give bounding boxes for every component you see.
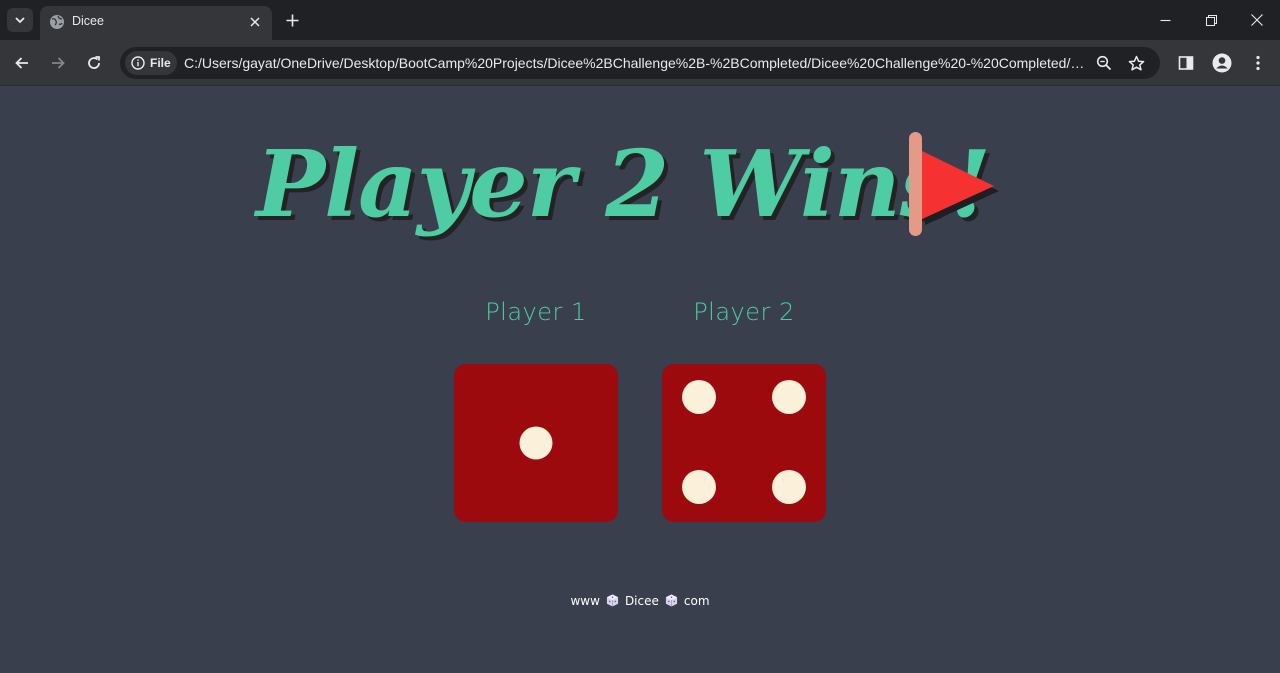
player-1-die	[454, 364, 618, 522]
new-tab-button[interactable]	[282, 10, 302, 30]
arrow-left-icon	[15, 57, 28, 69]
side-panel-icon	[1178, 56, 1194, 70]
back-button[interactable]	[10, 51, 34, 75]
url-text[interactable]: C:/Users/gayat/OneDrive/Desktop/BootCamp…	[184, 55, 1086, 71]
die-pip	[682, 470, 716, 504]
footer-suffix: com	[683, 594, 710, 608]
info-icon	[131, 56, 145, 70]
reload-icon	[88, 56, 100, 69]
security-chip-label: File	[150, 56, 171, 70]
flag-icon	[909, 132, 999, 236]
more-vertical-icon	[1256, 55, 1260, 71]
tab-strip: Dicee	[0, 0, 1280, 40]
active-tab[interactable]: Dicee	[40, 6, 272, 40]
browser-toolbar: File C:/Users/gayat/OneDrive/Desktop/Boo…	[0, 40, 1280, 86]
avatar-icon	[1212, 53, 1232, 73]
winner-heading: Player 2 Wins!	[256, 130, 991, 238]
dice-icon	[665, 594, 677, 607]
die-pip	[772, 470, 806, 504]
footer-brand: Dicee	[624, 594, 659, 608]
globe-icon	[50, 15, 64, 29]
address-bar[interactable]: File C:/Users/gayat/OneDrive/Desktop/Boo…	[120, 47, 1160, 79]
die-pip	[772, 380, 806, 414]
footer-prefix: www	[570, 594, 600, 608]
bookmark-button[interactable]	[1125, 52, 1147, 74]
player-1-label: Player 1	[485, 298, 587, 326]
forward-button[interactable]	[46, 51, 70, 75]
site-info-chip[interactable]: File	[125, 51, 177, 75]
die-pip	[682, 380, 716, 414]
side-panel-button[interactable]	[1174, 51, 1198, 75]
arrow-right-icon	[52, 57, 65, 69]
close-icon	[250, 17, 260, 27]
menu-button[interactable]	[1246, 51, 1270, 75]
zoom-button[interactable]	[1093, 52, 1115, 74]
tab-title: Dicee	[72, 14, 104, 28]
minimize-button[interactable]	[1150, 6, 1180, 34]
tab-search-button[interactable]	[7, 8, 33, 32]
tab-close-button[interactable]	[246, 13, 264, 31]
headline-container: Player 2 Wins!	[0, 118, 1280, 268]
die-pip	[519, 426, 553, 460]
player-2-label: Player 2	[693, 298, 795, 326]
close-icon	[1251, 14, 1263, 26]
player-2-die	[662, 364, 826, 522]
restore-button[interactable]	[1196, 6, 1226, 34]
dice-icon	[606, 594, 619, 607]
close-window-button[interactable]	[1242, 6, 1272, 34]
chevron-down-icon	[15, 17, 25, 24]
minimize-icon	[1160, 19, 1170, 21]
restore-icon	[1205, 14, 1217, 26]
zoom-icon	[1096, 55, 1112, 71]
footer: www Dicee com	[0, 594, 1280, 608]
plus-icon	[286, 14, 298, 26]
reload-button[interactable]	[82, 51, 106, 75]
profile-button[interactable]	[1210, 51, 1234, 75]
star-icon	[1128, 55, 1144, 71]
